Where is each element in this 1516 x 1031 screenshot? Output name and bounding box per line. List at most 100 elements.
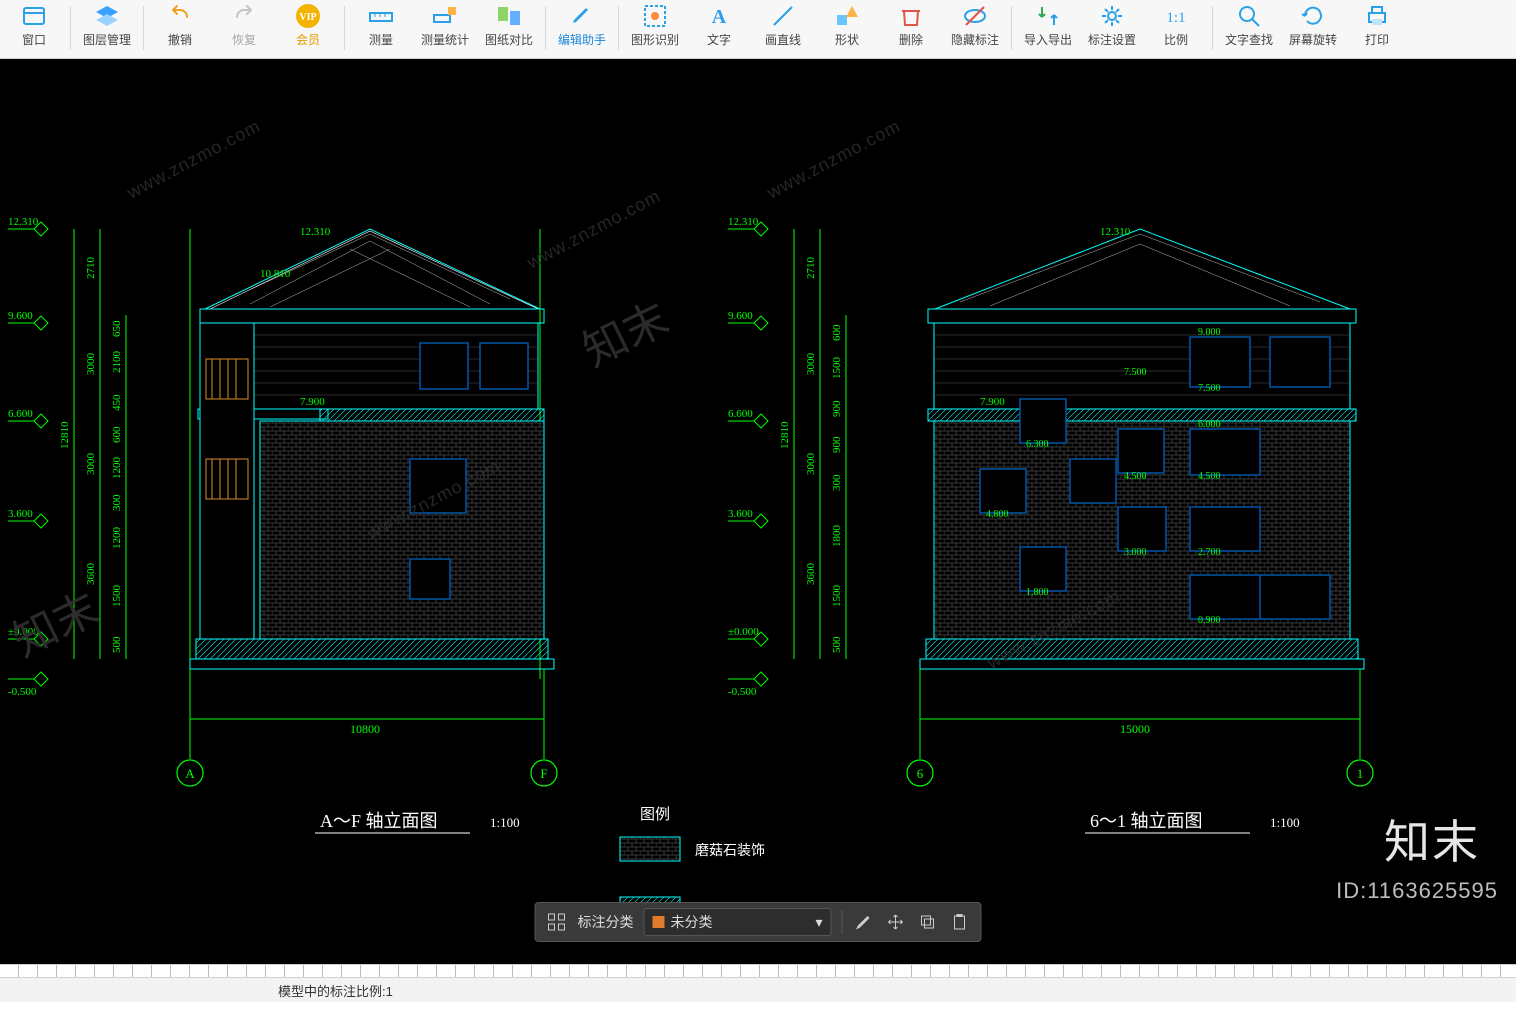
toolbar-label: 撤销 (168, 31, 192, 48)
annotation-floatbar[interactable]: 标注分类 未分类 ▾ (535, 902, 982, 942)
svg-text:4.800: 4.800 (986, 509, 1009, 520)
svg-text:-0.500: -0.500 (8, 686, 37, 698)
toolbar-print[interactable]: 打印 (1347, 2, 1407, 54)
toolbar-label: 测量 (369, 31, 393, 48)
svg-text:3000: 3000 (85, 353, 97, 376)
recog-icon (641, 2, 669, 30)
toolbar-label: 测量统计 (421, 31, 469, 48)
toolbar-label: 屏幕旋转 (1289, 31, 1337, 48)
edit-icon (568, 2, 596, 30)
toolbar-hide-annot[interactable]: 隐藏标注 (945, 2, 1005, 54)
svg-text:12810: 12810 (779, 421, 791, 449)
scale-icon: 1:1 (1162, 2, 1190, 30)
rotate-icon (1299, 2, 1327, 30)
toolbar-text[interactable]: A 文字 (689, 2, 749, 54)
category-dropdown[interactable]: 未分类 ▾ (644, 908, 832, 936)
svg-text:9.600: 9.600 (728, 310, 753, 322)
toolbar-label: 图形识别 (631, 31, 679, 48)
svg-text:6.600: 6.600 (728, 408, 753, 420)
toolbar-label: 比例 (1164, 31, 1188, 48)
dropdown-value: 未分类 (671, 912, 713, 932)
toolbar-label: 隐藏标注 (951, 31, 999, 48)
svg-text:1500: 1500 (831, 585, 843, 608)
svg-text:7.900: 7.900 (300, 396, 325, 408)
toolbar-undo[interactable]: 撤销 (150, 2, 210, 54)
svg-text:A: A (185, 766, 195, 781)
svg-text:图例: 图例 (640, 806, 670, 823)
toolbar-edit-helper[interactable]: 编辑助手 (552, 2, 612, 54)
svg-text:7.500: 7.500 (1124, 367, 1147, 378)
shapes-icon (833, 2, 861, 30)
svg-text:650: 650 (111, 320, 123, 337)
paste-icon[interactable] (949, 911, 971, 933)
status-scale-text: 模型中的标注比例:1 (278, 981, 393, 1000)
svg-text:3600: 3600 (85, 563, 97, 586)
svg-text:900: 900 (831, 400, 843, 417)
toolbar-shape[interactable]: 形状 (817, 2, 877, 54)
svg-text:0.900: 0.900 (1198, 615, 1221, 626)
image-id: ID:1163625595 (1336, 878, 1498, 904)
toolbar-separator (618, 6, 619, 50)
svg-text:500: 500 (111, 636, 123, 653)
drawing-canvas[interactable]: 12.310 9.600 6.600 3.600 ±0.000 -0.500 1… (0, 59, 1516, 964)
svg-text:A: A (712, 6, 727, 28)
svg-text:6: 6 (917, 766, 924, 781)
vip-icon: VIP (294, 2, 322, 30)
window-icon (20, 2, 48, 30)
svg-text:3000: 3000 (805, 353, 817, 376)
svg-text:2100: 2100 (111, 351, 123, 374)
toolbar-delete[interactable]: 删除 (881, 2, 941, 54)
svg-text:4.500: 4.500 (1124, 471, 1147, 482)
bottom-ruler (0, 964, 1516, 977)
toolbar-separator (344, 6, 345, 50)
svg-text:15000: 15000 (1120, 722, 1150, 736)
compare-icon (495, 2, 523, 30)
copy-icon[interactable] (917, 911, 939, 933)
toolbar-redo[interactable]: 恢复 (214, 2, 274, 54)
toolbar-label: 窗口 (22, 31, 46, 48)
svg-text:500: 500 (831, 636, 843, 653)
svg-text:12.310: 12.310 (8, 216, 39, 228)
move-icon[interactable] (885, 911, 907, 933)
svg-text:3.600: 3.600 (728, 508, 753, 520)
toolbar-measure-stat[interactable]: 测量统计 (415, 2, 475, 54)
svg-text:7.900: 7.900 (980, 396, 1005, 408)
edit-icon[interactable] (853, 911, 875, 933)
svg-text:±0.000: ±0.000 (728, 626, 759, 638)
toolbar-compare[interactable]: 图纸对比 (479, 2, 539, 54)
undo-icon (166, 2, 194, 30)
toolbar-import-export[interactable]: 导入导出 (1018, 2, 1078, 54)
toolbar-shape-recog[interactable]: 图形识别 (625, 2, 685, 54)
svg-text:1:100: 1:100 (1270, 815, 1300, 830)
import-export-icon (1034, 2, 1062, 30)
svg-text:300: 300 (111, 494, 123, 511)
svg-text:±0.000: ±0.000 (8, 626, 39, 638)
toolbar-text-find[interactable]: 文字查找 (1219, 2, 1279, 54)
toolbar-label: 导入导出 (1024, 31, 1072, 48)
toolbar-layer[interactable]: 图层管理 (77, 2, 137, 54)
svg-text:12810: 12810 (59, 421, 71, 449)
toolbar-rotate[interactable]: 屏幕旋转 (1283, 2, 1343, 54)
toolbar-measure[interactable]: 测量 (351, 2, 411, 54)
grid-icon[interactable] (546, 911, 568, 933)
toolbar-scale[interactable]: 1:1 比例 (1146, 2, 1206, 54)
toolbar-annot-settings[interactable]: 标注设置 (1082, 2, 1142, 54)
svg-text:6～1 轴立面图: 6～1 轴立面图 (1090, 811, 1203, 831)
toolbar-separator (70, 6, 71, 50)
toolbar-separator (1011, 6, 1012, 50)
svg-text:600: 600 (831, 324, 843, 341)
toolbar-window[interactable]: 窗口 (4, 2, 64, 54)
svg-text:1200: 1200 (111, 527, 123, 550)
toolbar-label: 画直线 (765, 31, 801, 48)
toolbar-label: 删除 (899, 31, 923, 48)
svg-text:3000: 3000 (805, 453, 817, 476)
line-icon (769, 2, 797, 30)
status-bar: 模型中的标注比例:1 (0, 977, 1516, 1002)
toolbar-vip[interactable]: VIP 会员 (278, 2, 338, 54)
svg-text:600: 600 (111, 426, 123, 443)
svg-text:6.300: 6.300 (1026, 439, 1049, 450)
toolbar-line[interactable]: 画直线 (753, 2, 813, 54)
svg-text:1: 1 (1357, 766, 1364, 781)
svg-text:F: F (540, 766, 547, 781)
layers-icon (93, 2, 121, 30)
